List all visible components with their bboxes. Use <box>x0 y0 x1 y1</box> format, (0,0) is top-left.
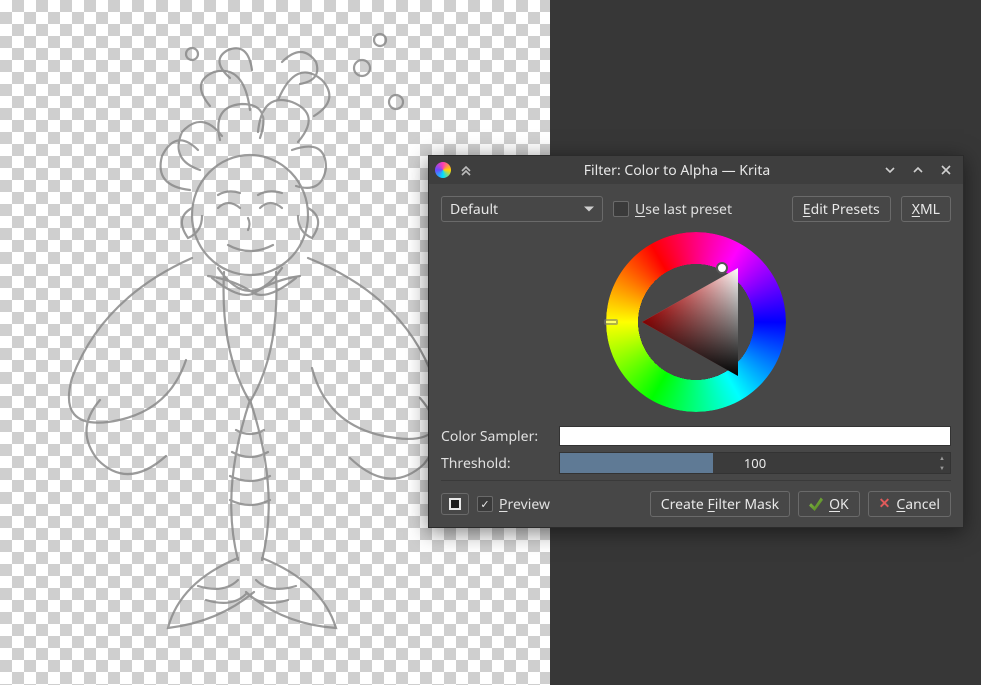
color-selector[interactable] <box>441 232 951 412</box>
threshold-spin-buttons[interactable]: ▲ ▼ <box>935 453 949 473</box>
cancel-label: Cancel <box>896 495 940 514</box>
checkbox-icon <box>477 496 493 512</box>
color-sampler-swatch[interactable] <box>559 426 951 446</box>
dialog-title: Filter: Color to Alpha — Krita <box>481 161 873 180</box>
threshold-row: Threshold: 100 ▲ ▼ <box>441 452 951 474</box>
color-sampler-row: Color Sampler: <box>441 426 951 446</box>
sv-triangle-marker[interactable] <box>716 262 728 274</box>
create-filter-mask-button[interactable]: Create Filter Mask <box>650 491 790 517</box>
region-square-icon <box>449 498 461 510</box>
preset-combo[interactable]: Default <box>441 196 603 222</box>
create-filter-mask-label: Create Filter Mask <box>661 495 779 514</box>
preset-combo-value: Default <box>450 200 498 219</box>
filter-dialog: Filter: Color to Alpha — Krita Default U… <box>428 155 964 528</box>
close-icon[interactable] <box>935 159 957 181</box>
ok-button[interactable]: OK <box>798 491 860 517</box>
checkbox-icon <box>613 201 629 217</box>
threshold-value: 100 <box>744 454 766 472</box>
xml-label: XML <box>912 200 940 219</box>
hue-ring-marker[interactable] <box>604 319 618 325</box>
threshold-slider[interactable]: 100 ▲ ▼ <box>559 452 951 474</box>
dialog-titlebar[interactable]: Filter: Color to Alpha — Krita <box>429 156 963 184</box>
cancel-button[interactable]: ✕ Cancel <box>868 491 951 517</box>
xml-button[interactable]: XML <box>901 196 951 222</box>
ok-label: OK <box>829 495 849 514</box>
spin-down-icon[interactable]: ▼ <box>935 463 949 473</box>
preview-checkbox[interactable]: Preview <box>477 495 550 514</box>
krita-app-icon <box>435 162 451 178</box>
dialog-body: Default Use last preset Edit Presets XML <box>429 184 963 527</box>
edit-presets-button[interactable]: Edit Presets <box>792 196 891 222</box>
use-last-preset-label: Use last preset <box>635 200 732 219</box>
preview-label: Preview <box>499 495 550 514</box>
color-sampler-label: Color Sampler: <box>441 427 551 446</box>
spin-up-icon[interactable]: ▲ <box>935 453 949 463</box>
threshold-label: Threshold: <box>441 454 551 473</box>
preset-row: Default Use last preset Edit Presets XML <box>441 196 951 222</box>
preview-region-button[interactable] <box>441 493 469 515</box>
sv-triangle[interactable] <box>638 264 754 380</box>
cancel-x-icon: ✕ <box>879 497 891 511</box>
shade-chevron-down-icon[interactable] <box>879 159 901 181</box>
dialog-footer: Preview Create Filter Mask OK ✕ Cancel <box>441 480 951 517</box>
ok-check-icon <box>809 497 823 511</box>
collapse-double-chevron-icon[interactable] <box>457 161 475 179</box>
edit-presets-label: Edit Presets <box>803 200 880 219</box>
use-last-preset-checkbox[interactable]: Use last preset <box>613 200 732 219</box>
keep-above-chevron-up-icon[interactable] <box>907 159 929 181</box>
